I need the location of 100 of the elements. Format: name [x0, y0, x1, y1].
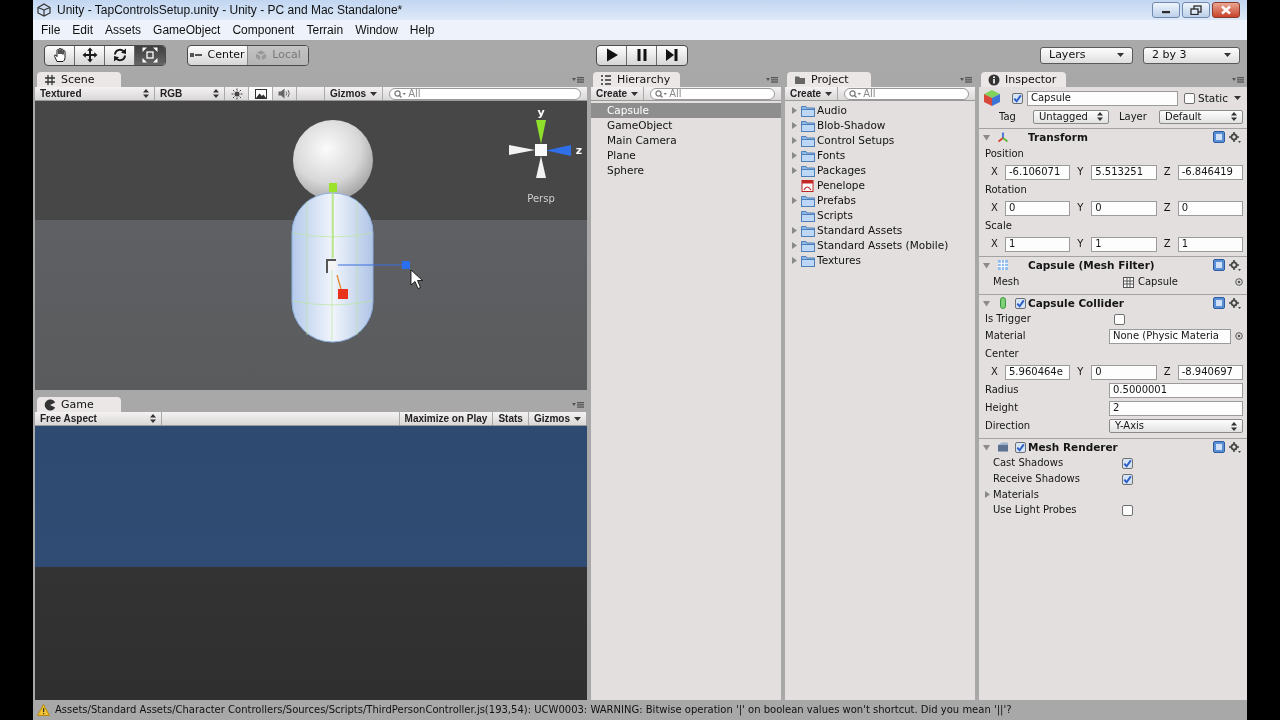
- gizmos-dropdown[interactable]: Gizmos: [528, 412, 587, 425]
- menu-item[interactable]: Terrain: [300, 21, 350, 39]
- enabled-checkbox[interactable]: [1015, 441, 1026, 453]
- project-item[interactable]: Scripts: [785, 208, 975, 223]
- scale-tool-button[interactable]: [135, 45, 165, 65]
- number-field[interactable]: 1: [1091, 236, 1157, 252]
- search-field[interactable]: All: [389, 87, 581, 100]
- checkbox[interactable]: [1122, 457, 1133, 469]
- project-item[interactable]: Standard Assets (Mobile): [785, 238, 975, 253]
- restore-button[interactable]: [1182, 2, 1210, 18]
- gear-icon[interactable]: [1229, 441, 1241, 453]
- foldout-arrow-icon[interactable]: [983, 299, 990, 307]
- aspect-dropdown[interactable]: Free Aspect: [35, 412, 162, 425]
- panel-tab[interactable]: Inspector: [981, 72, 1067, 87]
- expand-arrow-icon[interactable]: [792, 152, 797, 159]
- expand-arrow-icon[interactable]: [792, 227, 797, 234]
- close-button[interactable]: [1212, 2, 1240, 18]
- menu-item[interactable]: GameObject: [147, 21, 227, 39]
- project-item[interactable]: Packages: [785, 163, 975, 178]
- number-field[interactable]: -6.106071: [1005, 164, 1071, 180]
- tag-dropdown[interactable]: Untagged: [1033, 109, 1109, 124]
- foldout-arrow-icon[interactable]: [983, 261, 990, 269]
- number-field[interactable]: 2: [1109, 400, 1243, 416]
- hierarchy-item[interactable]: Sphere: [591, 163, 781, 178]
- z-axis-handle[interactable]: [337, 261, 410, 269]
- menu-item[interactable]: Window: [349, 21, 404, 39]
- panel-tab[interactable]: Project: [787, 72, 871, 87]
- direction-dropdown[interactable]: Y-Axis: [1109, 419, 1243, 433]
- center-handle[interactable]: [326, 259, 337, 274]
- search-field[interactable]: All: [650, 87, 775, 100]
- number-field[interactable]: 0.5000001: [1109, 382, 1243, 398]
- panel-tab[interactable]: Game: [37, 397, 121, 412]
- panel-tab[interactable]: Scene: [37, 72, 121, 87]
- project-item[interactable]: Standard Assets: [785, 223, 975, 238]
- number-field[interactable]: 1: [1005, 236, 1071, 252]
- help-icon[interactable]: [1213, 441, 1225, 453]
- gear-icon[interactable]: [1229, 297, 1241, 309]
- help-icon[interactable]: [1213, 131, 1225, 143]
- toolbar-toggle-button[interactable]: Maximize on Play: [399, 412, 494, 425]
- hierarchy-item[interactable]: Main Camera: [591, 133, 781, 148]
- project-item[interactable]: Blob-Shadow: [785, 118, 975, 133]
- layout-dropdown[interactable]: 2 by 3: [1143, 46, 1240, 64]
- hierarchy-item[interactable]: GameObject: [591, 118, 781, 133]
- number-field[interactable]: -6.846419: [1177, 164, 1243, 180]
- dropdown-arrow-icon[interactable]: [1234, 96, 1241, 100]
- panel-menu-icon[interactable]: [572, 76, 584, 83]
- expand-arrow-icon[interactable]: [792, 242, 797, 249]
- panel-menu-icon[interactable]: [766, 76, 778, 83]
- search-input[interactable]: All: [669, 88, 770, 99]
- number-field[interactable]: 0: [1005, 200, 1071, 216]
- create-dropdown[interactable]: Create: [785, 87, 839, 100]
- panel-menu-icon[interactable]: [1232, 76, 1244, 83]
- expand-arrow-icon[interactable]: [792, 122, 797, 129]
- project-item[interactable]: Control Setups: [785, 133, 975, 148]
- skybox-toggle[interactable]: [249, 87, 273, 100]
- enabled-checkbox[interactable]: [1015, 297, 1026, 309]
- checkbox[interactable]: [1122, 504, 1133, 516]
- draw-mode-dropdown[interactable]: Textured: [35, 87, 155, 100]
- panel-menu-icon[interactable]: [572, 401, 584, 408]
- expand-arrow-icon[interactable]: [792, 107, 797, 114]
- number-field[interactable]: 0: [1091, 364, 1157, 380]
- help-icon[interactable]: [1213, 259, 1225, 271]
- expand-arrow-icon[interactable]: [792, 137, 797, 144]
- orientation-gizmo-drawing[interactable]: [509, 120, 571, 178]
- menu-item[interactable]: Assets: [99, 21, 148, 39]
- color-mode-dropdown[interactable]: RGB: [155, 87, 225, 100]
- number-field[interactable]: 0: [1091, 200, 1157, 216]
- panel-tab[interactable]: Hierarchy: [593, 72, 681, 87]
- project-item[interactable]: Prefabs: [785, 193, 975, 208]
- number-field[interactable]: -8.940697: [1177, 364, 1243, 380]
- help-icon[interactable]: [1213, 297, 1225, 309]
- minimize-button[interactable]: [1152, 2, 1180, 18]
- expand-arrow-icon[interactable]: [792, 167, 797, 174]
- layer-dropdown[interactable]: Default: [1159, 109, 1243, 124]
- static-checkbox[interactable]: [1184, 92, 1195, 104]
- number-field[interactable]: 0: [1177, 200, 1243, 216]
- gizmos-dropdown[interactable]: Gizmos: [325, 87, 384, 100]
- gear-icon[interactable]: [1229, 131, 1241, 143]
- create-dropdown[interactable]: Create: [591, 87, 645, 100]
- project-item[interactable]: Fonts: [785, 148, 975, 163]
- menu-item[interactable]: Help: [403, 21, 441, 39]
- menu-item[interactable]: File: [35, 21, 67, 39]
- search-input[interactable]: All: [408, 88, 576, 99]
- object-field[interactable]: Capsule: [1123, 276, 1231, 288]
- checkbox[interactable]: [1122, 473, 1133, 485]
- number-field[interactable]: 5.513251: [1091, 164, 1157, 180]
- object-picker-icon[interactable]: [1235, 278, 1243, 286]
- search-input[interactable]: All: [863, 88, 964, 99]
- menu-item[interactable]: Component: [226, 21, 301, 39]
- gear-icon[interactable]: [1229, 259, 1241, 271]
- foldout-arrow-icon[interactable]: [985, 491, 990, 498]
- checkbox[interactable]: [1114, 313, 1125, 325]
- number-field[interactable]: 5.960464e: [1005, 364, 1071, 380]
- expand-arrow-icon[interactable]: [792, 197, 797, 204]
- foldout-arrow-icon[interactable]: [983, 133, 990, 141]
- foldout-label[interactable]: Materials: [993, 488, 1039, 501]
- project-item[interactable]: Textures: [785, 253, 975, 268]
- toolbar-toggle-button[interactable]: Stats: [493, 412, 529, 425]
- object-picker-icon[interactable]: [1235, 332, 1243, 340]
- menu-item[interactable]: Edit: [66, 21, 100, 39]
